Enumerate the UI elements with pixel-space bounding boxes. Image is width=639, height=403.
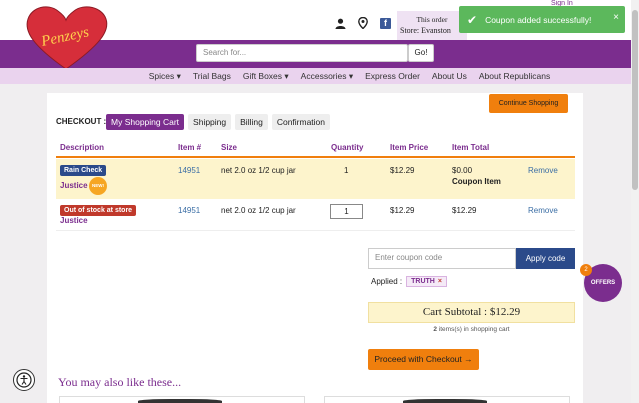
step-shopping-cart[interactable]: My Shopping Cart — [106, 114, 185, 130]
item-number-link[interactable]: 14951 — [178, 206, 200, 215]
item-price: $12.29 — [390, 206, 415, 215]
account-icon[interactable] — [334, 17, 346, 29]
nav-accessories[interactable]: Accessories ▾ — [301, 71, 353, 82]
checkout-steps: My Shopping Cart Shipping Billing Confir… — [106, 114, 331, 130]
header-quantity: Quantity — [331, 143, 364, 152]
offers-count-badge: 2 — [580, 264, 592, 276]
product-name-link[interactable]: Justice — [60, 181, 88, 190]
items-count: 2 items(s) in shopping cart — [368, 326, 575, 333]
product-card[interactable] — [59, 396, 305, 403]
toast-message: Coupon added successfully! — [485, 14, 592, 25]
nav-express-order[interactable]: Express Order — [365, 71, 420, 81]
continue-shopping-button[interactable]: Continue Shopping — [489, 94, 568, 113]
rain-check-badge: Rain Check — [60, 165, 107, 176]
proceed-checkout-button[interactable]: Proceed with Checkout → — [368, 349, 479, 370]
item-size: net 2.0 oz 1/2 cup jar — [221, 206, 296, 215]
item-price: $12.29 — [390, 166, 415, 175]
new-sticker-icon: NEW! — [89, 177, 107, 195]
checkmark-icon: ✔ — [467, 12, 478, 27]
store-name: Store: Evanston — [400, 26, 451, 35]
out-of-stock-badge: Out of stock at store — [60, 205, 137, 216]
step-confirmation[interactable]: Confirmation — [271, 114, 331, 130]
store-selector[interactable]: This order Store: Evanston — [397, 11, 467, 40]
header-icons: f — [334, 17, 391, 29]
accessibility-icon[interactable] — [13, 369, 35, 391]
facebook-icon[interactable]: f — [380, 17, 391, 29]
step-billing[interactable]: Billing — [235, 114, 268, 130]
coupon-item-note: Coupon Item — [452, 177, 501, 186]
nav-trial-bags[interactable]: Trial Bags — [193, 71, 231, 81]
main-nav: Spices ▾ Trial Bags Gift Boxes ▾ Accesso… — [0, 68, 639, 84]
checkout-label: CHECKOUT : — [56, 117, 107, 126]
coupon-code-input[interactable]: Enter coupon code — [368, 248, 516, 269]
applied-label: Applied : — [371, 277, 403, 286]
coupon-code-text: TRUTH — [411, 278, 435, 285]
quantity-input[interactable]: 1 — [330, 204, 363, 219]
nav-about-republicans[interactable]: About Republicans — [479, 71, 550, 81]
header-item-total: Item Total — [452, 143, 490, 152]
search-input[interactable]: Search for... — [196, 44, 408, 62]
cart-table-header: Description Item # Size Quantity Item Pr… — [56, 140, 575, 158]
product-name-link[interactable]: Justice — [60, 216, 88, 225]
item-size: net 2.0 oz 1/2 cup jar — [221, 166, 296, 175]
remove-coupon-icon[interactable]: × — [438, 278, 442, 285]
location-pin-icon[interactable] — [357, 17, 369, 29]
applied-coupons: Applied : TRUTH × — [371, 276, 447, 287]
header-item-number: Item # — [178, 143, 202, 152]
step-shipping[interactable]: Shipping — [188, 114, 232, 130]
header-description: Description — [60, 143, 105, 152]
nav-about-us[interactable]: About Us — [432, 71, 467, 81]
remove-link[interactable]: Remove — [528, 166, 558, 175]
remove-link[interactable]: Remove — [528, 206, 558, 215]
coupon-tag: TRUTH × — [406, 276, 447, 287]
penzeys-logo[interactable]: Penzeys — [22, 3, 110, 73]
apply-code-button[interactable]: Apply code — [516, 248, 575, 269]
item-total: $0.00 — [452, 166, 473, 175]
also-like-heading: You may also like these... — [58, 375, 182, 389]
store-label: This order — [416, 15, 448, 24]
nav-spices[interactable]: Spices ▾ — [149, 71, 181, 82]
toast-close-icon[interactable]: × — [613, 12, 619, 23]
header-item-price: Item Price — [390, 143, 429, 152]
nav-gift-boxes[interactable]: Gift Boxes ▾ — [243, 71, 289, 82]
item-number-link[interactable]: 14951 — [178, 166, 200, 175]
item-quantity: 1 — [344, 166, 349, 175]
header-size: Size — [221, 143, 238, 152]
scrollbar-thumb[interactable] — [632, 10, 638, 190]
product-card[interactable] — [324, 396, 570, 403]
product-jar-image — [138, 399, 222, 403]
items-count-text: items(s) in shopping cart — [437, 326, 510, 333]
table-row: Rain Check Justice NEW! 14951 net 2.0 oz… — [56, 159, 575, 199]
product-jar-image — [403, 399, 487, 403]
search-go-button[interactable]: Go! — [408, 44, 434, 62]
success-toast: ✔ Coupon added successfully! × — [459, 6, 625, 33]
cart-subtotal: Cart Subtotal : $12.29 — [368, 302, 575, 323]
table-row: Out of stock at store Justice 14951 net … — [56, 199, 575, 231]
item-total: $12.29 — [452, 206, 477, 215]
